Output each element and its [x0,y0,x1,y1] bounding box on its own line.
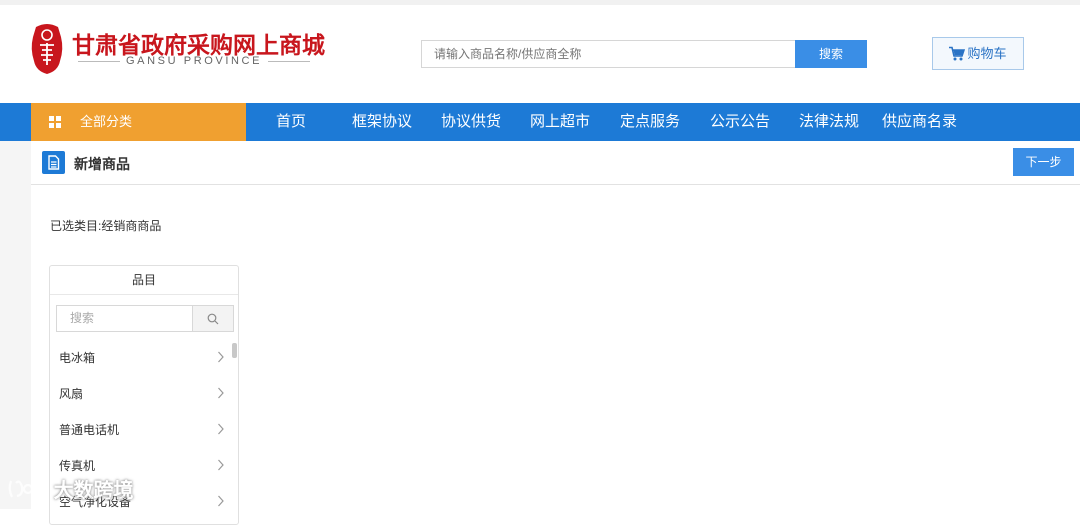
logo-sub-divider-right [268,60,311,62]
watermark-logo-icon [8,480,45,498]
nav-item-laws[interactable]: 法律法规 [799,103,859,141]
nav-item-home[interactable]: 首页 [276,103,306,141]
category-list-scrollbar[interactable] [232,343,237,358]
left-margin-strip [0,141,31,509]
nav-item-announcements[interactable]: 公示公告 [710,103,770,141]
cart-label: 购物车 [967,46,1007,61]
chevron-right-icon [218,351,224,363]
cart-button[interactable]: 购物车 [932,37,1024,70]
seal-logo-icon [31,24,63,74]
chevron-right-icon [218,423,224,435]
search-button[interactable]: 搜索 [795,40,867,68]
logo-subtitle-text: GANSU PROVINCE [126,55,263,67]
next-step-button[interactable]: 下一步 [1013,148,1074,176]
all-categories-button[interactable]: 全部分类 [31,103,246,141]
page-header: 新增商品 下一步 [31,141,1080,185]
nav-item-supplier-directory[interactable]: 供应商名录 [882,103,957,141]
top-strip [0,0,1080,5]
main-nav: 全部分类 首页 框架协议 协议供货 网上超市 定点服务 公示公告 法律法规 供应… [0,103,1080,141]
selected-category-text: 已选类目:经销商商品 [50,219,162,233]
logo-subtitle: GANSU PROVINCE [72,55,311,67]
cart-icon [949,46,966,61]
nav-item-online-supermarket[interactable]: 网上超市 [530,103,590,141]
all-categories-label: 全部分类 [80,114,133,129]
category-search-input[interactable]: 搜索 [56,305,193,332]
watermark-text: 大数跨境 [53,480,134,502]
category-item[interactable]: 电冰箱 [59,348,225,384]
product-search-input[interactable] [421,40,796,68]
category-item-label: 传真机 [59,459,96,473]
category-item-label: 风扇 [59,387,84,401]
site-logo[interactable]: 甘肃省政府采购网上商城 GANSU PROVINCE [30,21,325,75]
category-item-label: 普通电话机 [59,423,120,437]
page-title: 新增商品 [74,156,130,172]
category-item[interactable]: 风扇 [59,384,225,420]
document-icon [42,151,65,174]
watermark: 大数跨境 [6,474,134,506]
category-item-label: 电冰箱 [59,351,96,365]
chevron-right-icon [218,495,224,507]
category-panel-header: 品目 [50,266,238,295]
category-search-button[interactable] [192,305,234,332]
nav-item-framework-agreement[interactable]: 框架协议 [352,103,412,141]
logo-sub-divider-left [78,60,120,62]
nav-item-designated-service[interactable]: 定点服务 [620,103,680,141]
grid-icon [49,116,61,128]
chevron-right-icon [218,387,224,399]
search-icon [207,313,219,325]
chevron-right-icon [218,459,224,471]
category-item[interactable]: 普通电话机 [59,420,225,456]
nav-item-agreement-supply[interactable]: 协议供货 [441,103,501,141]
